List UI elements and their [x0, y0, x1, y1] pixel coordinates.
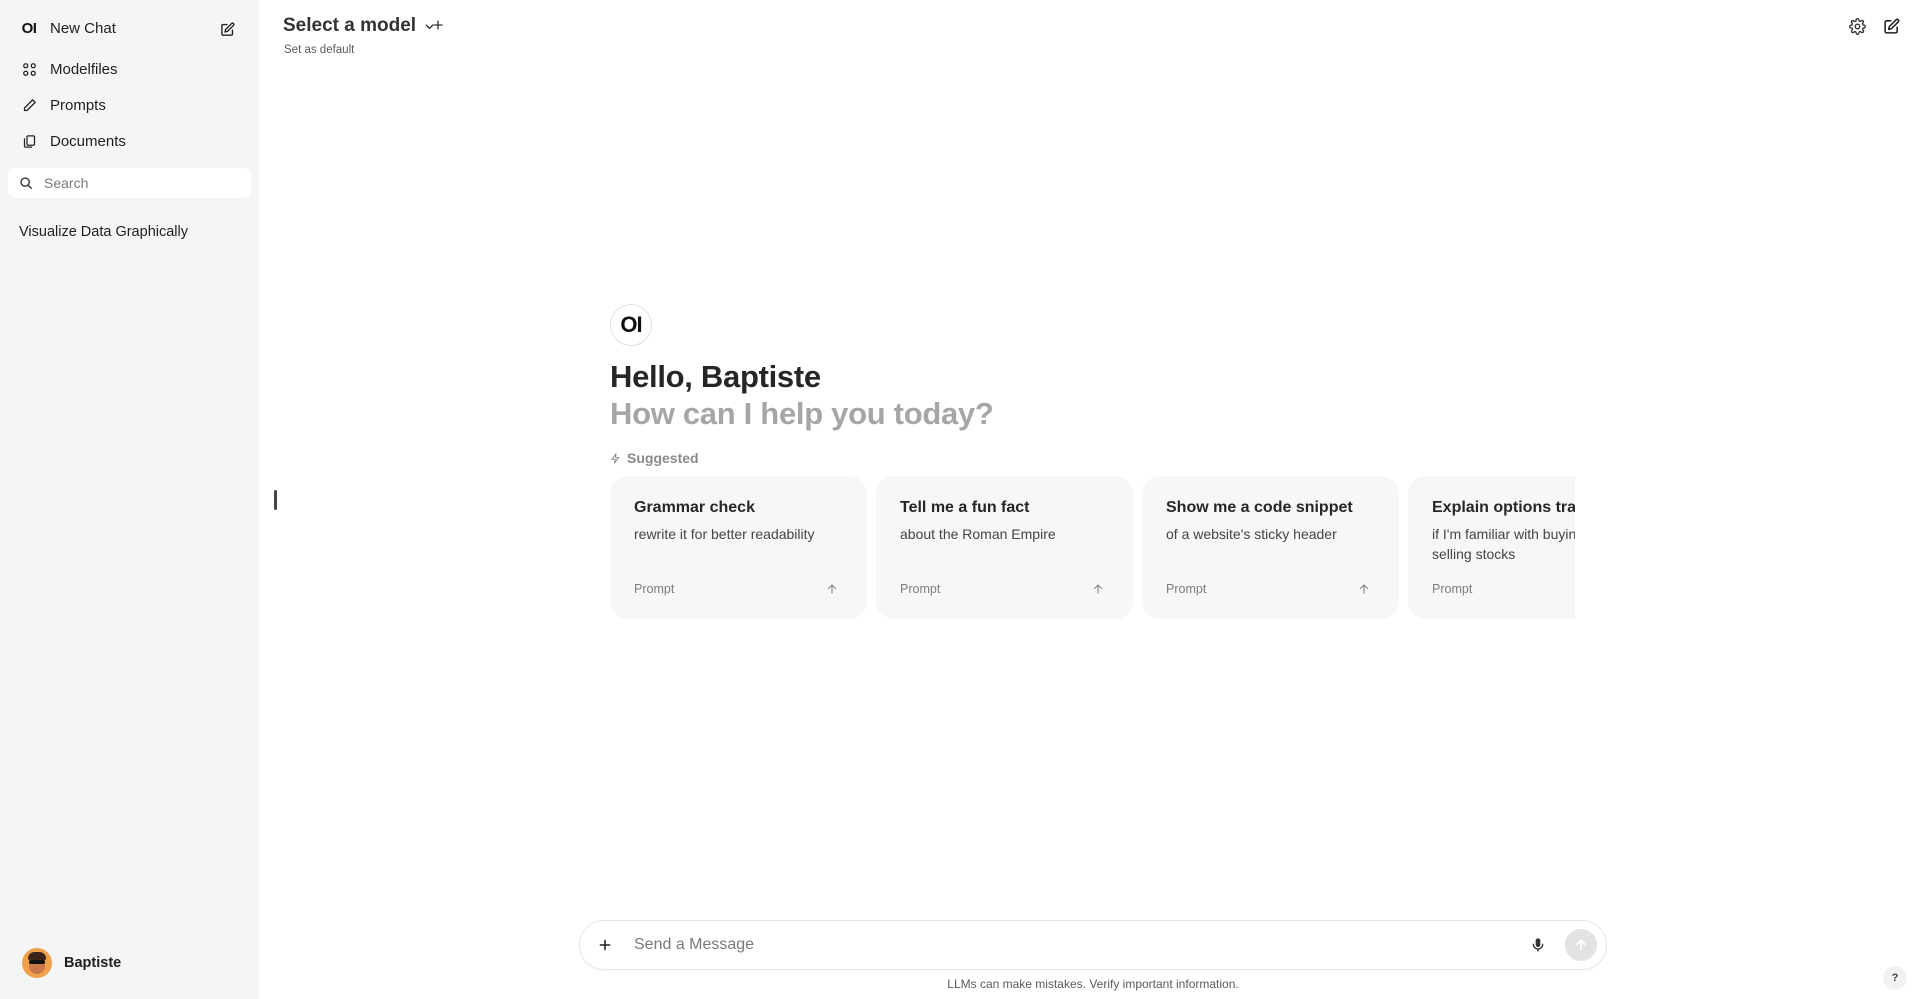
avatar [22, 948, 52, 978]
user-name: Baptiste [64, 955, 122, 971]
add-model-icon[interactable] [431, 18, 445, 32]
main-area: Select a model Set as default OI Hello, … [259, 0, 1919, 999]
suggestion-card[interactable]: Explain options trading if I'm familiar … [1408, 476, 1575, 619]
new-chat-label: New Chat [50, 19, 116, 37]
suggestion-subtitle: rewrite it for better readability [634, 526, 815, 542]
suggested-text: Suggested [627, 450, 699, 466]
message-input[interactable] [634, 936, 1527, 954]
suggestion-card[interactable]: Tell me a fun fact about the Roman Empir… [876, 476, 1133, 619]
model-logo: OI [610, 304, 652, 346]
sidebar-item-label: Documents [50, 132, 126, 150]
model-selector[interactable]: Select a model [283, 15, 436, 37]
arrow-up-icon [1091, 582, 1105, 596]
suggestion-card[interactable]: Show me a code snippet of a website's st… [1142, 476, 1399, 619]
suggestion-subtitle: about the Roman Empire [900, 526, 1056, 542]
suggestion-tag: Prompt [1166, 582, 1207, 596]
suggestion-title: Tell me a fun fact [900, 499, 1030, 516]
arrow-up-icon [825, 582, 839, 596]
help-button[interactable]: ? [1883, 966, 1907, 990]
suggestion-title: Grammar check [634, 499, 755, 516]
arrow-up-icon [1357, 582, 1371, 596]
message-composer [579, 920, 1607, 970]
grid-icon [19, 59, 39, 79]
sparkle-icon [610, 452, 622, 464]
suggestion-subtitle: of a website's sticky header [1166, 526, 1337, 542]
attach-plus-icon[interactable] [590, 930, 620, 960]
chat-history-item[interactable]: Visualize Data Graphically [19, 224, 188, 240]
app-logo: OI [21, 19, 37, 37]
send-button[interactable] [1565, 929, 1597, 961]
sidebar: OI New Chat Modelfiles Prompts Documents [0, 0, 259, 999]
help-subheading: How can I help you today? [610, 396, 994, 431]
suggestion-tag: Prompt [1432, 582, 1473, 596]
suggestion-title: Show me a code snippet [1166, 499, 1353, 516]
sidebar-item-prompts[interactable]: Prompts [10, 89, 250, 121]
sidebar-item-modelfiles[interactable]: Modelfiles [10, 53, 250, 85]
pencil-icon [19, 95, 39, 115]
suggestion-carousel: Grammar check rewrite it for better read… [610, 476, 1575, 621]
suggestion-tag: Prompt [900, 582, 941, 596]
set-default-button[interactable]: Set as default [284, 44, 354, 56]
sidebar-item-label: Modelfiles [50, 60, 118, 78]
search-input[interactable] [44, 175, 234, 191]
sidebar-item-label: Prompts [50, 96, 106, 114]
sidebar-search[interactable] [8, 168, 251, 198]
user-menu[interactable]: Baptiste [22, 948, 121, 978]
compose-icon[interactable] [218, 20, 236, 38]
microphone-icon[interactable] [1527, 934, 1549, 956]
greeting-heading: Hello, Baptiste [610, 359, 821, 394]
header-actions [1847, 16, 1901, 36]
suggested-label: Suggested [610, 450, 699, 466]
new-chat-button[interactable]: OI New Chat [10, 12, 250, 44]
suggestion-subtitle: if I'm familiar with buying and selling … [1432, 526, 1575, 562]
disclaimer-text: LLMs can make mistakes. Verify important… [947, 977, 1239, 991]
model-select-label: Select a model [283, 15, 417, 36]
suggestion-title: Explain options trading [1432, 499, 1575, 516]
documents-icon [19, 131, 39, 151]
sidebar-item-documents[interactable]: Documents [10, 125, 250, 157]
suggestion-tag: Prompt [634, 582, 675, 596]
search-icon [18, 175, 34, 191]
app-root: OI New Chat Modelfiles Prompts Documents [0, 0, 1919, 999]
suggestion-card[interactable]: Grammar check rewrite it for better read… [610, 476, 867, 619]
settings-icon[interactable] [1847, 16, 1867, 36]
new-chat-icon[interactable] [1881, 16, 1901, 36]
